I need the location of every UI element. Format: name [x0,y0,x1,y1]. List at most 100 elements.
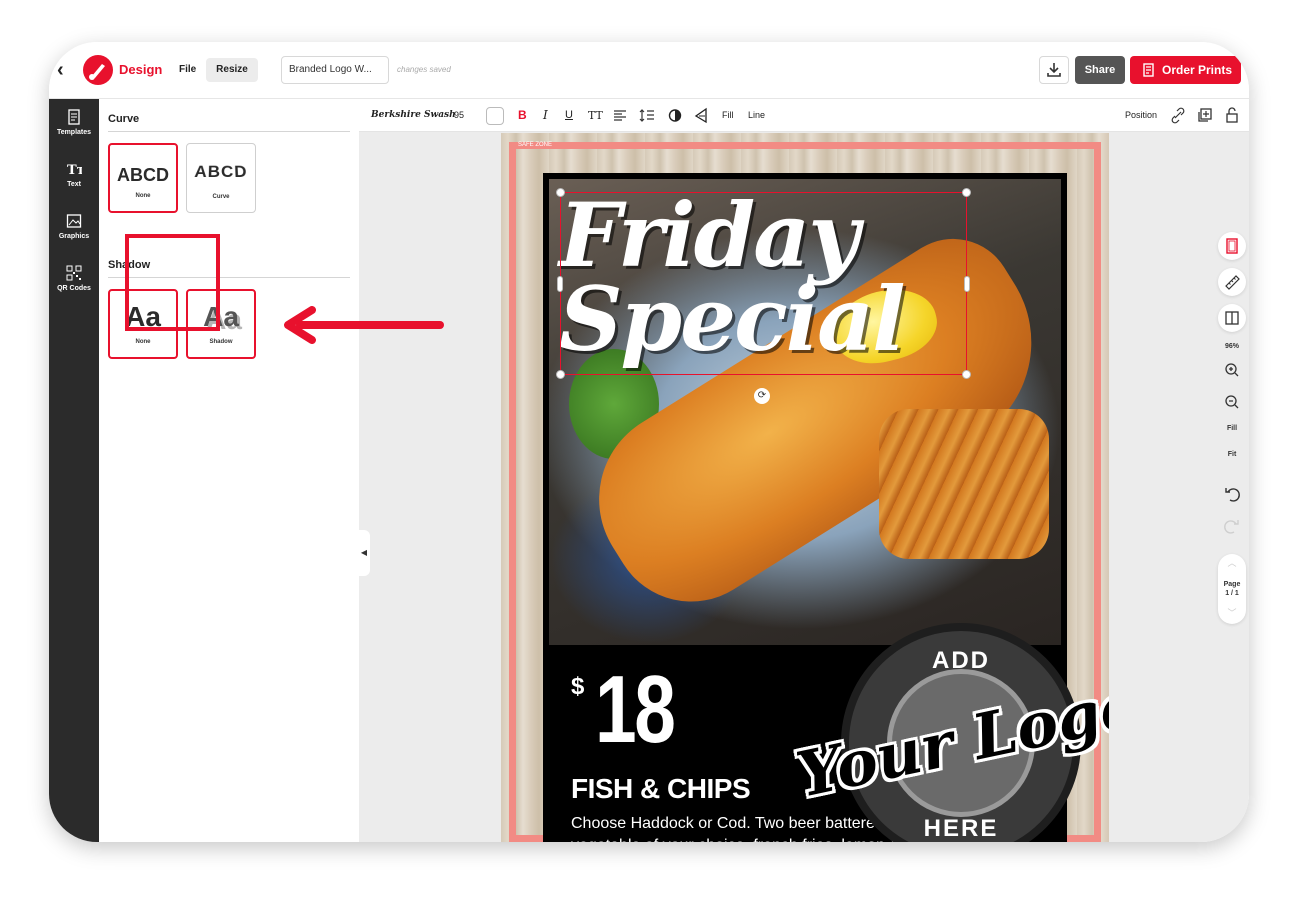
brush-logo-icon [83,55,113,85]
split-view-button[interactable] [1218,304,1246,332]
text-color-swatch[interactable] [486,107,504,125]
line-spacing-button[interactable] [639,99,655,132]
rail-label: QR Codes [57,285,91,292]
effects-panel: Curve ABCD None ABCD Curve Shadow Aa Non… [99,99,359,842]
columns-icon [1225,311,1239,325]
resize-button[interactable]: Resize [206,58,258,82]
top-bar: ‹ Design File Resize Branded Logo W... c… [49,42,1249,99]
option-label: None [135,193,151,199]
page-down-icon[interactable]: ﹀ [1218,606,1246,619]
download-icon [1047,63,1061,77]
position-button[interactable]: Position [1125,99,1157,132]
page-label: Page [1223,581,1241,588]
font-family-select[interactable]: Berkshire Swash [371,99,456,132]
undo-icon [1225,488,1240,502]
zoom-fill-button[interactable]: Fill [1218,425,1246,432]
page-up-icon[interactable]: ︿ [1218,556,1246,569]
collapse-panel-button[interactable]: ◀ [358,530,370,576]
link-button[interactable] [1171,99,1185,132]
font-size-input[interactable]: 95 [454,99,464,132]
rail-label: Graphics [58,233,90,240]
highlight-annotation-box [125,234,220,331]
download-button[interactable] [1039,56,1069,84]
page-icon [1226,238,1238,254]
lock-button[interactable] [1225,99,1239,132]
rotate-icon[interactable]: ⟳ [754,388,770,404]
resize-handle[interactable] [557,276,563,292]
rail-item-templates[interactable]: Templates [49,109,99,136]
rail-item-text[interactable]: Tт Text [49,161,99,188]
resize-handle[interactable] [962,188,971,197]
redo-icon [1224,520,1239,534]
text-icon: Tт [67,163,82,177]
qr-code-icon [66,265,82,281]
fish-and-chips-photo[interactable]: Friday Special ⟳ [549,179,1061,645]
svg-text:Tт: Tт [67,163,82,177]
curve-preview-text: ABCD [117,165,169,185]
text-case-button[interactable]: TT [588,99,603,132]
align-button[interactable] [613,99,627,132]
opacity-button[interactable] [667,99,683,132]
ruler-button[interactable] [1218,268,1246,296]
app-title: Design [119,62,163,77]
unlock-icon [1226,107,1238,123]
zoom-out-button[interactable] [1218,388,1246,416]
logo-bottom-text: HERE [923,815,999,842]
logo-top-text: ADD [932,647,990,674]
resize-handle[interactable] [964,276,970,292]
curve-option-curve[interactable]: ABCD Curve [186,143,256,213]
save-status: changes saved [397,65,451,74]
resize-handle[interactable] [556,370,565,379]
option-label: None [135,339,151,345]
rail-label: Text [67,181,81,188]
effects-icon [694,107,707,124]
logo-placeholder[interactable]: ADD HERE Your Logo [791,623,1109,842]
zoom-fit-button[interactable]: Fit [1218,451,1246,458]
selection-box [556,188,971,379]
duplicate-button[interactable] [1197,99,1213,132]
price-value[interactable]: 18 [595,655,676,765]
share-button[interactable]: Share [1075,56,1125,84]
rail-item-graphics[interactable]: Graphics [49,213,99,240]
templates-icon [68,109,80,125]
zoom-level: 96% [1224,343,1239,350]
curve-option-none[interactable]: ABCD None [108,143,178,213]
zoom-in-icon [1225,363,1239,377]
effects-button[interactable] [693,99,709,132]
rail-label: Templates [56,129,92,136]
app-window: ‹ Design File Resize Branded Logo W... c… [49,42,1249,842]
file-menu[interactable]: File [179,64,196,75]
graphics-icon [66,214,82,228]
zoom-in-button[interactable] [1218,356,1246,384]
back-arrow-icon[interactable]: ‹ [57,59,75,81]
option-label: Shadow [209,339,233,345]
document-title-input[interactable]: Branded Logo W... [281,56,389,84]
resize-handle[interactable] [556,188,565,197]
bold-button[interactable]: B [518,99,527,132]
ruler-icon [1225,275,1240,290]
order-prints-button[interactable]: Order Prints [1130,56,1241,84]
italic-button[interactable]: I [543,99,548,132]
page-view-button[interactable] [1218,232,1246,260]
left-rail: Templates Tт Text Graphics QR Codes [49,99,99,842]
annotation-arrow-icon [284,306,444,344]
price-currency[interactable]: $ [571,673,584,701]
page-count: 1 / 1 [1225,590,1239,597]
fill-button[interactable]: Fill [722,99,734,132]
rail-item-qr-codes[interactable]: QR Codes [49,265,99,292]
undo-button[interactable] [1218,480,1246,508]
line-button[interactable]: Line [748,99,765,132]
print-icon [1143,63,1154,77]
screenshot-stage: ‹ Design File Resize Branded Logo W... c… [0,0,1300,900]
zoom-out-icon [1225,395,1239,409]
contrast-icon [668,109,682,122]
page-navigator: ︿ Page 1 / 1 ﹀ [1218,554,1246,624]
resize-handle[interactable] [962,370,971,379]
line-spacing-icon [639,109,654,122]
safe-zone-label: SAFE ZONE [518,142,553,148]
option-label: Curve [212,194,230,200]
redo-button[interactable] [1218,512,1246,540]
underline-button[interactable]: U [565,99,573,132]
item-name[interactable]: FISH & CHIPS [571,773,751,805]
design-canvas[interactable]: SAFE ZONE Friday Special ⟳ $ 18 FISH & C… [501,133,1109,842]
